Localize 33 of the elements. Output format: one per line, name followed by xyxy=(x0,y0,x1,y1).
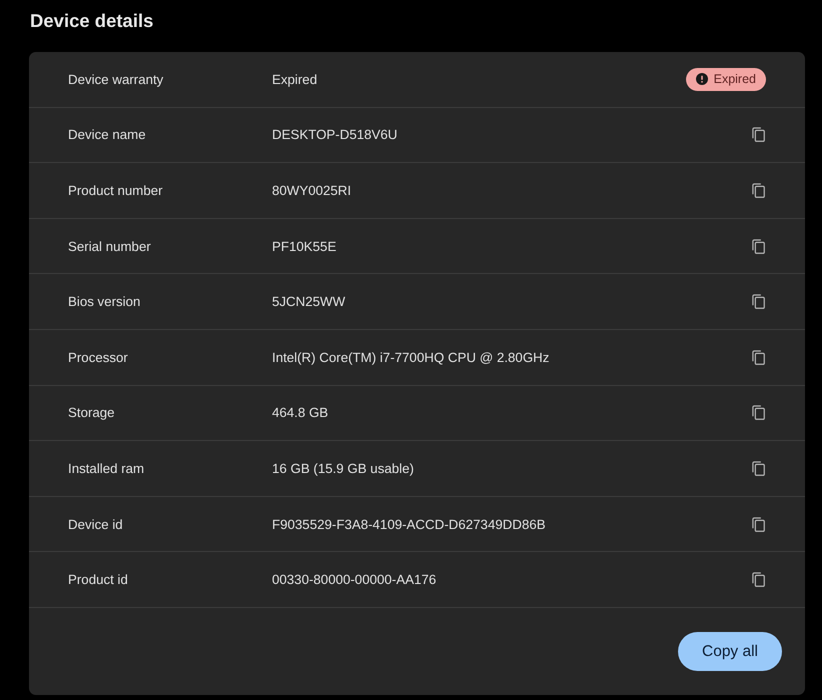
field-label: Device id xyxy=(68,516,124,532)
warranty-status-text: Expired xyxy=(714,72,756,86)
field-label: Device warranty xyxy=(68,72,164,87)
field-value: 80WY0025RI xyxy=(272,182,352,198)
field-value: 00330-80000-00000-AA176 xyxy=(272,572,438,588)
copy-icon[interactable] xyxy=(752,182,765,198)
field-value: Intel(R) Core(TM) i7-7700HQ CPU @ 2.80GHz xyxy=(272,350,550,365)
field-value: F9035529-F3A8-4109-ACCD-D627349DD86B xyxy=(272,516,546,532)
field-label: Storage xyxy=(68,405,116,420)
copy-icon[interactable] xyxy=(752,405,765,420)
field-value: 464.8 GB xyxy=(272,405,330,420)
copy-all-button[interactable]: Copy all xyxy=(678,632,782,672)
copy-icon[interactable] xyxy=(752,294,765,310)
field-value: 16 GB (15.9 GB usable) xyxy=(272,460,415,476)
field-value: DESKTOP-D518V6U xyxy=(272,127,398,142)
copy-icon[interactable] xyxy=(752,350,765,365)
field-value: Expired xyxy=(272,72,318,87)
field-label: Device name xyxy=(68,127,147,142)
copy-icon[interactable] xyxy=(752,572,765,588)
field-label: Processor xyxy=(68,350,129,365)
field-label: Serial number xyxy=(68,238,152,254)
page-title: Device details xyxy=(30,9,154,33)
copy-icon[interactable] xyxy=(752,238,765,254)
copy-icon[interactable] xyxy=(752,516,765,532)
field-value: 5JCN25WW xyxy=(272,294,346,310)
field-label: Installed ram xyxy=(68,460,146,476)
field-label: Product id xyxy=(68,572,129,588)
copy-icon[interactable] xyxy=(752,460,765,476)
field-label: Product number xyxy=(68,182,164,198)
exclamation-icon xyxy=(696,73,708,86)
copy-icon[interactable] xyxy=(752,127,765,142)
field-value: PF10K55E xyxy=(272,238,338,254)
field-label: Bios version xyxy=(68,294,142,310)
